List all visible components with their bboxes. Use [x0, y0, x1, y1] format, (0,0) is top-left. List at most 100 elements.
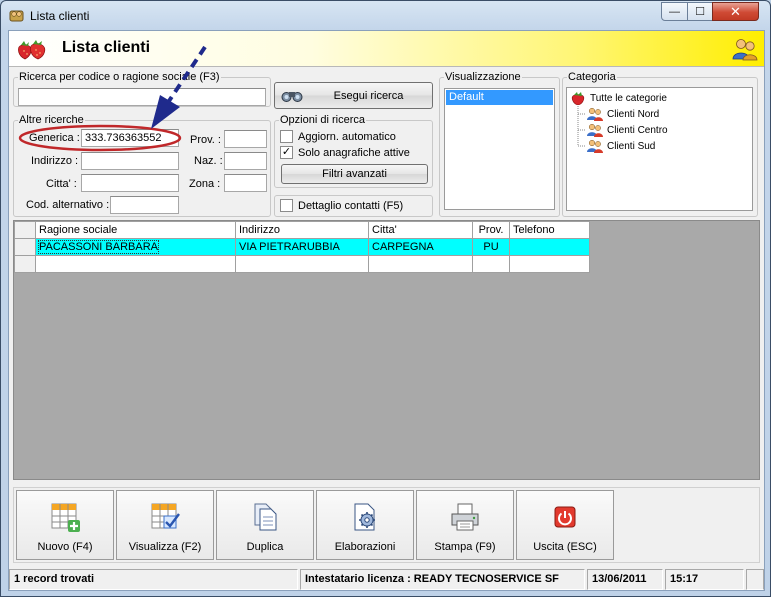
duplicate-button[interactable]: Duplica — [216, 490, 314, 560]
print-button[interactable]: Stampa (F9) — [416, 490, 514, 560]
contact-details-label: Dettaglio contatti (F5) — [298, 199, 404, 212]
close-button[interactable]: ✕ — [712, 2, 759, 21]
cell-citta[interactable]: CARPEGNA — [368, 238, 473, 256]
cell-prov[interactable]: PU — [472, 238, 510, 256]
process-button[interactable]: Elaborazioni — [316, 490, 414, 560]
code-search-input[interactable] — [18, 88, 266, 106]
generica-label: Generica : — [29, 132, 80, 144]
cell-empty[interactable] — [472, 255, 510, 273]
maximize-icon: ☐ — [695, 6, 705, 18]
category-tree[interactable]: Tutte le categorie Clienti Nord Clienti … — [566, 87, 753, 211]
view-item-default[interactable]: Default — [446, 90, 553, 105]
status-date: 13/06/2011 — [587, 569, 663, 590]
cell-empty[interactable] — [235, 255, 369, 273]
category-item-nord[interactable]: Clienti Nord — [587, 107, 659, 121]
users-icon — [587, 107, 603, 121]
status-time: 15:17 — [665, 569, 744, 590]
citta-label: Citta' : — [46, 178, 77, 190]
process-icon — [354, 503, 375, 531]
naz-input[interactable] — [224, 152, 267, 170]
exit-button-label: Uscita (ESC) — [533, 541, 597, 553]
close-icon: ✕ — [730, 3, 741, 19]
app-window: Lista clienti — ☐ ✕ Lista clienti Ricerc… — [0, 0, 771, 597]
view-listbox[interactable]: Default — [444, 88, 555, 210]
auto-update-checkbox[interactable]: Aggiorn. automatico — [280, 130, 396, 143]
execute-search-button[interactable]: Esegui ricerca — [274, 82, 433, 109]
prov-input[interactable] — [224, 130, 267, 148]
column-header-ragione-sociale[interactable]: Ragione sociale — [35, 221, 236, 239]
column-header-indirizzo[interactable]: Indirizzo — [235, 221, 369, 239]
table-row[interactable]: PACASSONI BARBARA VIA PIETRARUBBIA CARPE… — [14, 238, 590, 256]
naz-label: Naz. : — [194, 155, 223, 167]
exit-button[interactable]: Uscita (ESC) — [516, 490, 614, 560]
row-indicator[interactable] — [14, 255, 36, 273]
column-header-citta[interactable]: Citta' — [368, 221, 473, 239]
row-indicator[interactable] — [14, 238, 36, 256]
execute-search-label: Esegui ricerca — [333, 89, 404, 102]
bottom-toolbar: Nuovo (F4) Visualizza (F2) Duplica Elabo… — [13, 487, 760, 563]
cell-empty[interactable] — [35, 255, 236, 273]
status-record-count: 1 record trovati — [9, 569, 298, 590]
generica-input[interactable]: 333.736363552 — [81, 129, 179, 147]
column-header-telefono[interactable]: Telefono — [509, 221, 590, 239]
cell-telefono[interactable] — [509, 238, 590, 256]
minimize-button[interactable]: — — [661, 2, 688, 21]
new-button[interactable]: Nuovo (F4) — [16, 490, 114, 560]
title-bar[interactable]: Lista clienti — ☐ ✕ — [1, 1, 770, 29]
duplicate-button-label: Duplica — [246, 541, 284, 553]
search-options-legend: Opzioni di ricerca — [280, 114, 365, 126]
view-button[interactable]: Visualizza (F2) — [116, 490, 214, 560]
indirizzo-input[interactable] — [81, 152, 179, 170]
page-title: Lista clienti — [62, 39, 151, 56]
category-item-sud[interactable]: Clienti Sud — [587, 139, 655, 153]
indirizzo-label: Indirizzo : — [31, 155, 79, 167]
client-area: Lista clienti Ricerca per codice o ragio… — [8, 30, 765, 591]
grid-corner — [14, 221, 36, 239]
users-icon[interactable] — [732, 37, 758, 61]
other-search-legend: Altre ricerche — [19, 114, 84, 126]
binoculars-icon — [281, 92, 303, 102]
cod-alternativo-label: Cod. alternativo : — [26, 199, 110, 211]
column-header-prov[interactable]: Prov. — [472, 221, 510, 239]
category-root[interactable]: Tutte le categorie — [570, 91, 667, 105]
prov-label: Prov. : — [190, 134, 221, 146]
zona-input[interactable] — [224, 174, 267, 192]
results-grid[interactable]: Ragione sociale Indirizzo Citta' Prov. T… — [14, 221, 590, 273]
active-only-checkbox[interactable]: ✓ Solo anagrafiche attive — [280, 146, 410, 159]
contact-details-checkbox[interactable]: Dettaglio contatti (F5) — [280, 199, 403, 212]
citta-input[interactable] — [81, 174, 179, 192]
window-title: Lista clienti — [30, 9, 90, 23]
status-bar: 1 record trovati Intestatario licenza : … — [9, 569, 764, 590]
category-item-label: Clienti Sud — [607, 140, 656, 152]
strawberry-icon — [571, 92, 585, 105]
auto-update-box[interactable] — [280, 130, 293, 143]
zona-label: Zona : — [189, 178, 221, 190]
active-only-box[interactable]: ✓ — [280, 146, 293, 159]
status-resize-grip[interactable] — [746, 569, 764, 590]
maximize-button[interactable]: ☐ — [687, 2, 713, 21]
new-record-icon — [51, 503, 80, 532]
cell-indirizzo[interactable]: VIA PIETRARUBBIA — [235, 238, 369, 256]
code-search-legend: Ricerca per codice o ragione sociale (F3… — [19, 71, 220, 83]
cell-empty[interactable] — [509, 255, 590, 273]
process-button-label: Elaborazioni — [334, 541, 396, 553]
advanced-filters-label: Filtri avanzati — [322, 168, 387, 180]
category-item-centro[interactable]: Clienti Centro — [587, 123, 668, 137]
contact-details-box[interactable] — [280, 199, 293, 212]
power-off-icon — [554, 506, 576, 528]
cell-ragione-sociale[interactable]: PACASSONI BARBARA — [35, 238, 236, 256]
category-item-label: Clienti Centro — [607, 124, 668, 136]
printer-icon — [451, 503, 479, 531]
print-button-label: Stampa (F9) — [434, 541, 496, 553]
cell-empty[interactable] — [368, 255, 473, 273]
users-icon — [587, 139, 603, 153]
results-grid-area[interactable]: Ragione sociale Indirizzo Citta' Prov. T… — [13, 220, 760, 480]
auto-update-label: Aggiorn. automatico — [298, 130, 396, 143]
cod-alternativo-input[interactable] — [110, 196, 179, 214]
users-icon — [587, 123, 603, 137]
advanced-filters-button[interactable]: Filtri avanzati — [281, 164, 428, 184]
table-row-empty[interactable] — [14, 255, 590, 273]
app-icon — [9, 10, 24, 22]
minimize-icon: — — [669, 5, 680, 18]
new-button-label: Nuovo (F4) — [37, 541, 93, 553]
